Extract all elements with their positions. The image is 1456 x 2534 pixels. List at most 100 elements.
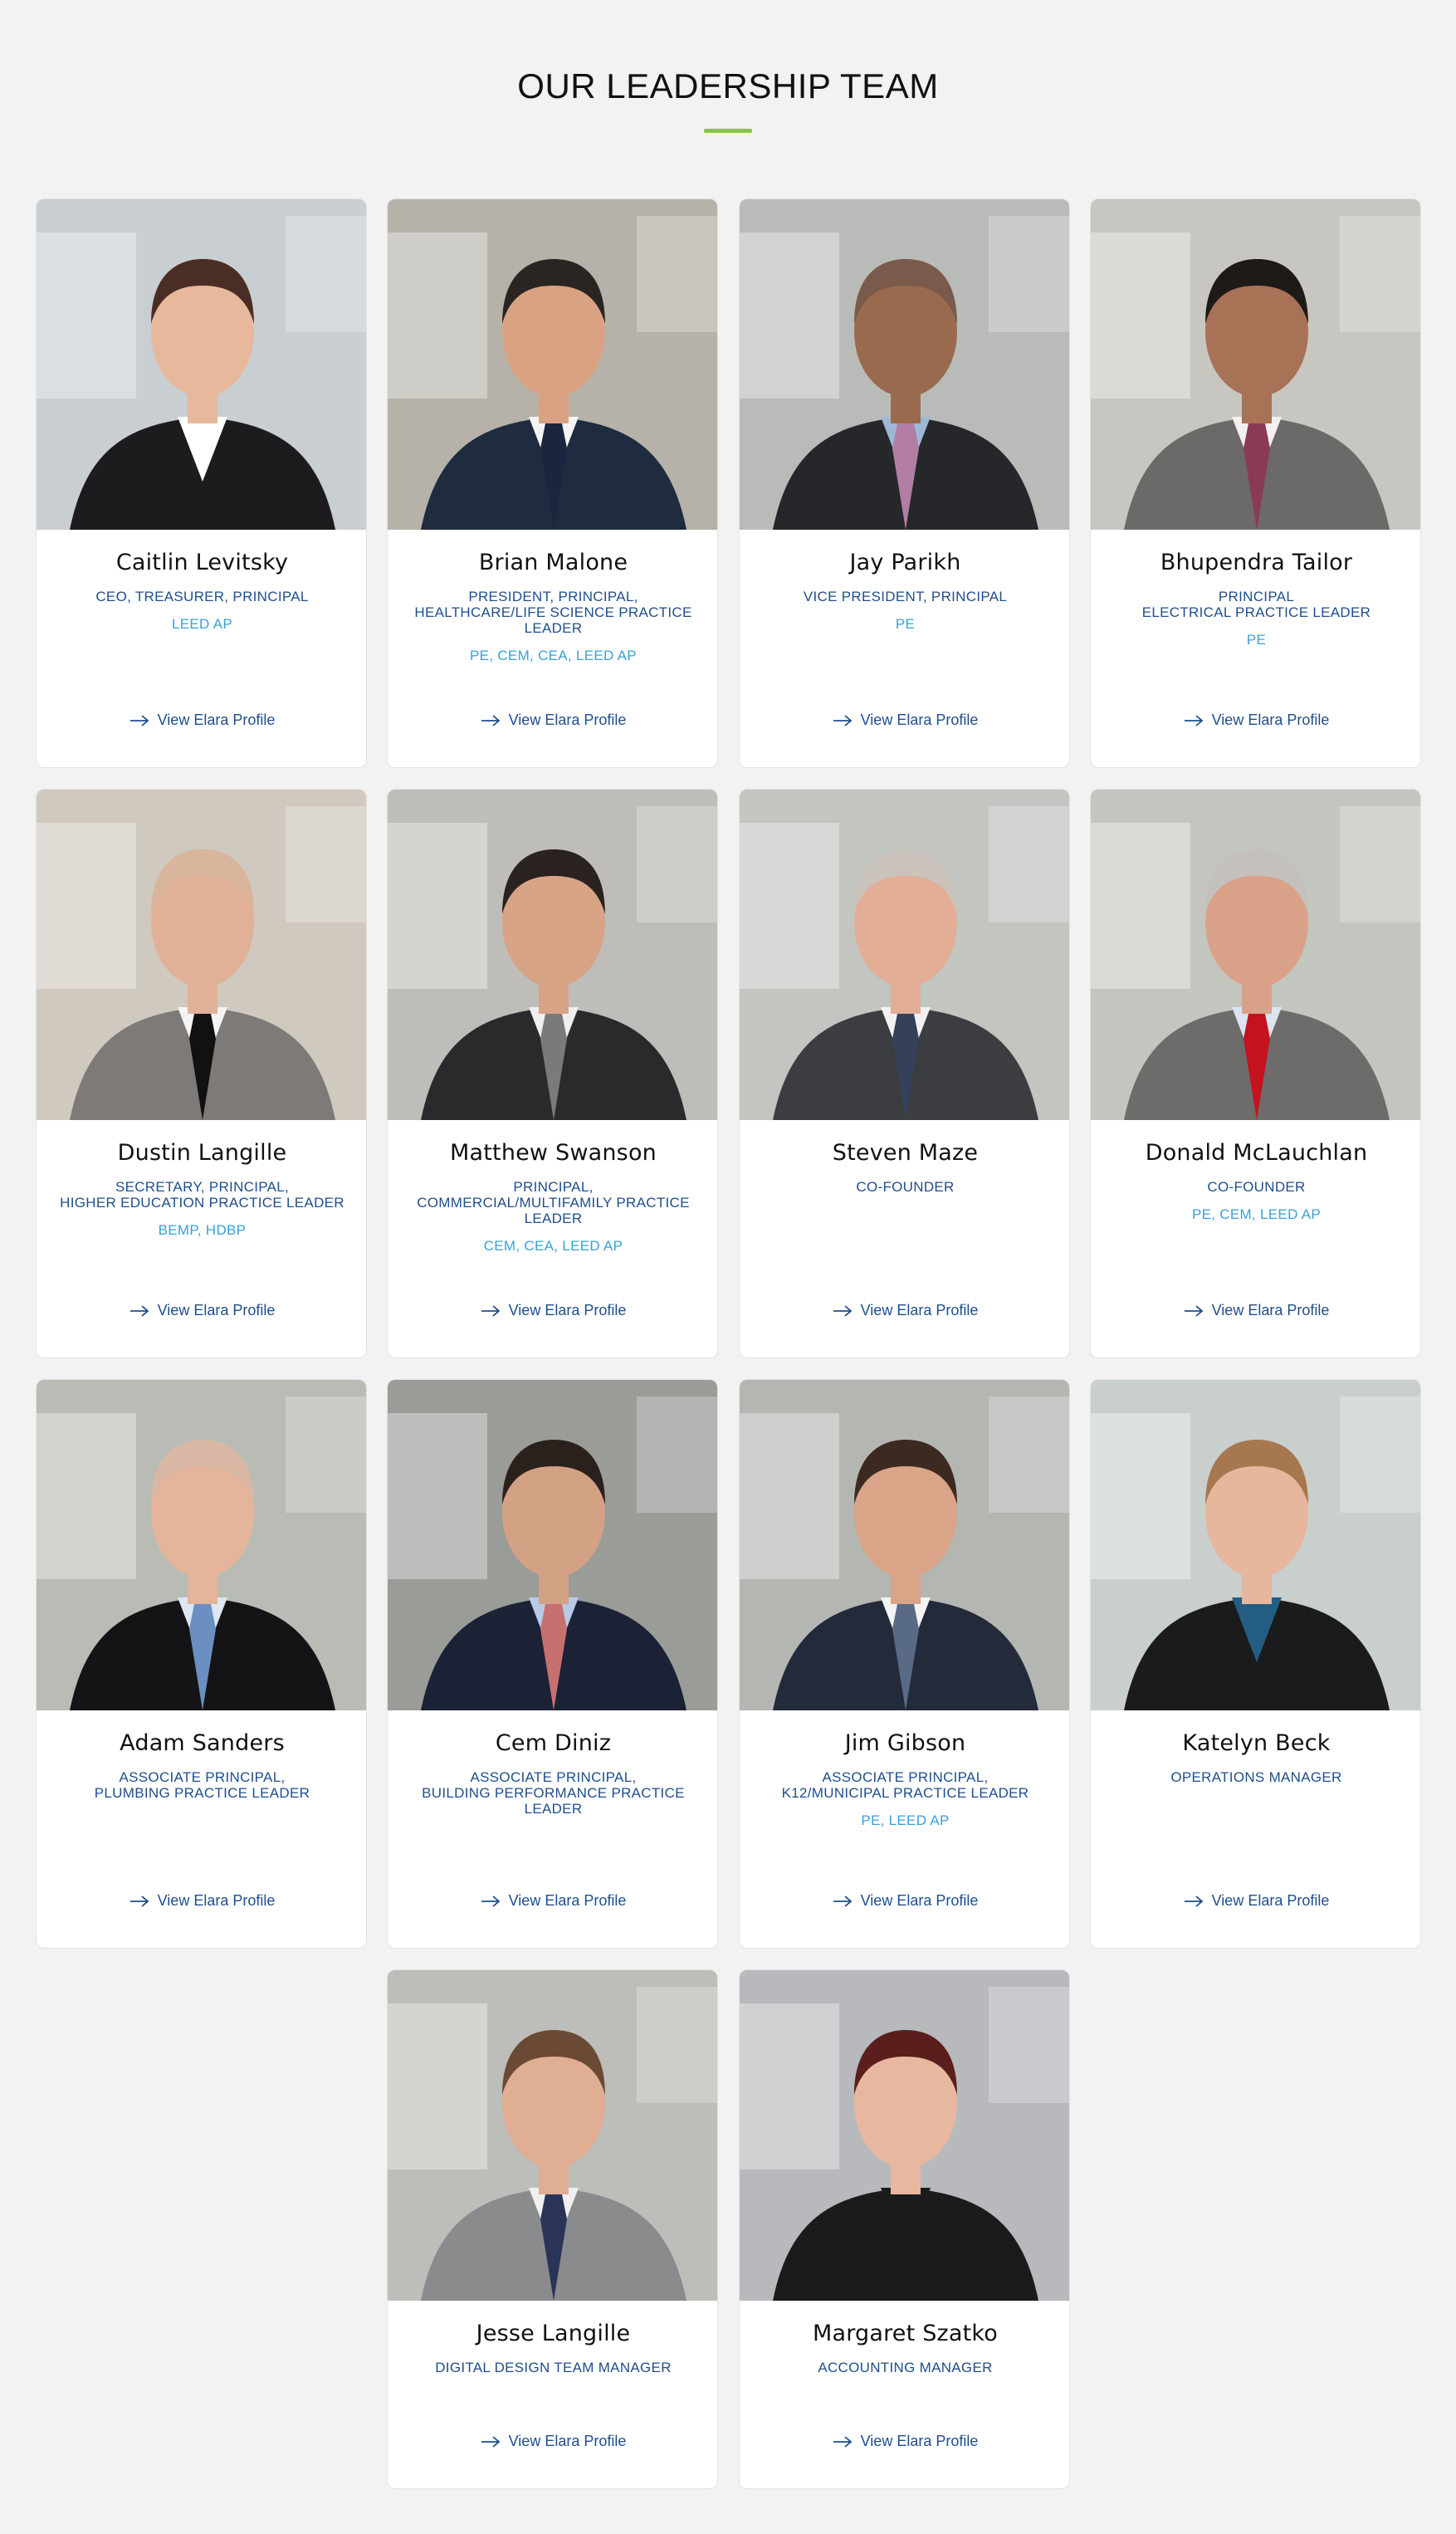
team-member-card: Caitlin Levitsky CEO, TREASURER, PRINCIPA… <box>36 198 367 768</box>
member-photo <box>388 1970 717 2301</box>
member-name: Brian Malone <box>478 550 628 575</box>
member-credentials: PE, LEED AP <box>861 1812 950 1828</box>
view-profile-link[interactable]: View Elara Profile <box>1091 712 1420 729</box>
member-photo <box>740 199 1069 530</box>
view-profile-link[interactable]: View Elara Profile <box>1091 1302 1420 1319</box>
arrow-right-icon <box>833 1304 853 1317</box>
arrow-right-icon <box>129 714 149 726</box>
member-info: Steven Maze CO-FOUNDER View Elara Profile <box>740 1120 1069 1358</box>
view-profile-label: View Elara Profile <box>860 1302 979 1318</box>
member-info: Donald McLauchlan CO-FOUNDER PE, CEM, LEED… <box>1091 1120 1420 1358</box>
view-profile-label: View Elara Profile <box>1211 712 1330 728</box>
member-info: Adam Sanders ASSOCIATE PRINCIPAL, PLUMBING… <box>37 1710 366 1948</box>
member-role: PRESIDENT, PRINCIPAL, HEALTHCARE/LIFE SC… <box>414 589 692 636</box>
arrow-right-icon <box>481 1895 501 1907</box>
view-profile-label: View Elara Profile <box>1211 1302 1330 1318</box>
arrow-right-icon <box>1184 714 1204 726</box>
view-profile-label: View Elara Profile <box>157 1892 276 1909</box>
member-name: Katelyn Beck <box>1182 1730 1331 1756</box>
view-profile-label: View Elara Profile <box>508 2433 627 2449</box>
member-role: OPERATIONS MANAGER <box>1170 1769 1342 1785</box>
member-photo <box>740 1970 1069 2301</box>
member-name: Cem Diniz <box>495 1730 612 1756</box>
view-profile-link[interactable]: View Elara Profile <box>388 2433 717 2450</box>
member-name: Donald McLauchlan <box>1145 1140 1368 1166</box>
view-profile-link[interactable]: View Elara Profile <box>1091 1892 1420 1910</box>
title-underline <box>704 129 752 133</box>
team-member-card: Dustin Langille SECRETARY, PRINCIPAL, HIGH… <box>36 789 367 1358</box>
member-role: CEO, TREASURER, PRINCIPAL <box>95 589 309 604</box>
member-role: CO-FOUNDER <box>856 1179 955 1195</box>
member-info: Jay Parikh VICE PRESIDENT, PRINCIPAL PE Vie… <box>740 530 1069 767</box>
member-photo <box>388 1380 717 1710</box>
member-photo <box>1091 199 1420 530</box>
view-profile-label: View Elara Profile <box>508 1892 627 1909</box>
member-info: Matthew Swanson PRINCIPAL, COMMERCIAL/MULT… <box>388 1120 717 1358</box>
member-role: VICE PRESIDENT, PRINCIPAL <box>803 589 1008 604</box>
member-photo <box>37 199 366 530</box>
view-profile-link[interactable]: View Elara Profile <box>388 712 717 729</box>
member-photo <box>37 1380 366 1710</box>
member-role: ACCOUNTING MANAGER <box>818 2360 993 2375</box>
arrow-right-icon <box>481 714 501 726</box>
team-member-card: Jim Gibson ASSOCIATE PRINCIPAL, K12/MUNICI… <box>739 1379 1070 1949</box>
arrow-right-icon <box>129 1304 149 1317</box>
member-role: ASSOCIATE PRINCIPAL, K12/MUNICIPAL PRACTI… <box>781 1769 1029 1801</box>
view-profile-link[interactable]: View Elara Profile <box>740 712 1069 729</box>
member-name: Adam Sanders <box>120 1730 285 1756</box>
member-photo <box>37 790 366 1120</box>
arrow-right-icon <box>833 714 853 726</box>
view-profile-link[interactable]: View Elara Profile <box>37 1302 366 1319</box>
member-info: Dustin Langille SECRETARY, PRINCIPAL, HIGH… <box>37 1120 366 1358</box>
view-profile-label: View Elara Profile <box>1211 1892 1330 1909</box>
team-member-card: Matthew Swanson PRINCIPAL, COMMERCIAL/MULT… <box>387 789 718 1358</box>
member-name: Margaret Szatko <box>812 2321 999 2346</box>
member-role: ASSOCIATE PRINCIPAL, BUILDING PERFORMANCE… <box>422 1769 685 1817</box>
member-info: Katelyn Beck OPERATIONS MANAGER View Elara… <box>1091 1710 1420 1948</box>
view-profile-link[interactable]: View Elara Profile <box>388 1302 717 1319</box>
member-credentials: PE <box>895 616 916 632</box>
member-photo <box>1091 1380 1420 1710</box>
view-profile-label: View Elara Profile <box>860 1892 979 1909</box>
team-member-card: Bhupendra Tailor PRINCIPAL ELECTRICAL PRAC… <box>1090 198 1421 768</box>
member-photo <box>740 790 1069 1120</box>
member-role: DIGITAL DESIGN TEAM MANAGER <box>435 2360 672 2375</box>
member-role: PRINCIPAL, COMMERCIAL/MULTIFAMILY PRACTIC… <box>417 1179 690 1226</box>
member-photo <box>1091 790 1420 1120</box>
view-profile-label: View Elara Profile <box>860 2433 979 2449</box>
member-role: ASSOCIATE PRINCIPAL, PLUMBING PRACTICE LE… <box>94 1769 310 1801</box>
arrow-right-icon <box>1184 1895 1204 1907</box>
arrow-right-icon <box>833 2435 853 2448</box>
member-info: Brian Malone PRESIDENT, PRINCIPAL, HEALTH… <box>388 530 717 767</box>
team-member-card: Jay Parikh VICE PRESIDENT, PRINCIPAL PE Vie… <box>739 198 1070 768</box>
member-name: Steven Maze <box>832 1140 979 1166</box>
arrow-right-icon <box>1184 1304 1204 1317</box>
team-member-card: Donald McLauchlan CO-FOUNDER PE, CEM, LEED… <box>1090 789 1421 1358</box>
view-profile-link[interactable]: View Elara Profile <box>37 1892 366 1910</box>
team-member-card: Cem Diniz ASSOCIATE PRINCIPAL, BUILDING PE… <box>387 1379 718 1949</box>
member-credentials: LEED AP <box>172 616 232 632</box>
view-profile-link[interactable]: View Elara Profile <box>37 712 366 729</box>
arrow-right-icon <box>833 1895 853 1907</box>
view-profile-link[interactable]: View Elara Profile <box>740 1892 1069 1910</box>
member-info: Cem Diniz ASSOCIATE PRINCIPAL, BUILDING PE… <box>388 1710 717 1948</box>
member-info: Caitlin Levitsky CEO, TREASURER, PRINCIPA… <box>37 530 366 767</box>
arrow-right-icon <box>481 2435 501 2448</box>
member-name: Jay Parikh <box>849 550 961 575</box>
member-name: Jesse Langille <box>476 2321 631 2346</box>
member-info: Jesse Langille DIGITAL DESIGN TEAM MANAGE… <box>388 2301 717 2488</box>
view-profile-link[interactable]: View Elara Profile <box>740 1302 1069 1319</box>
member-photo <box>740 1380 1069 1710</box>
view-profile-link[interactable]: View Elara Profile <box>388 1892 717 1910</box>
view-profile-label: View Elara Profile <box>157 1302 276 1318</box>
view-profile-link[interactable]: View Elara Profile <box>740 2433 1069 2450</box>
team-member-card: Brian Malone PRESIDENT, PRINCIPAL, HEALTH… <box>387 198 718 768</box>
member-photo <box>388 199 717 530</box>
view-profile-label: View Elara Profile <box>860 712 979 728</box>
arrow-right-icon <box>129 1895 149 1907</box>
member-info: Margaret Szatko ACCOUNTING MANAGER View El… <box>740 2301 1069 2488</box>
team-member-card: Steven Maze CO-FOUNDER View Elara Profile <box>739 789 1070 1358</box>
member-credentials: PE, CEM, LEED AP <box>1191 1206 1322 1222</box>
team-member-card: Katelyn Beck OPERATIONS MANAGER View Elara… <box>1090 1379 1421 1949</box>
arrow-right-icon <box>481 1304 501 1317</box>
